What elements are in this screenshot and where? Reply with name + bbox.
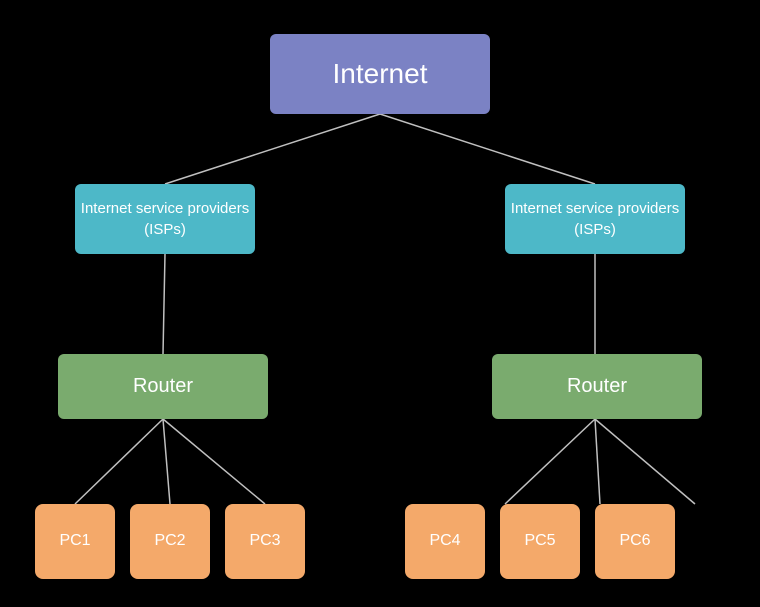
pc3-label: PC3 <box>249 532 280 550</box>
isp-right-label: Internet service providers (ISPs) <box>505 198 685 240</box>
pc2-node: PC2 <box>130 504 210 579</box>
internet-node: Internet <box>270 34 490 114</box>
isp-left-node: Internet service providers (ISPs) <box>75 184 255 254</box>
pc1-label: PC1 <box>59 532 90 550</box>
router-left-label: Router <box>133 375 193 398</box>
pc4-label: PC4 <box>429 532 460 550</box>
router-left-node: Router <box>58 354 268 419</box>
internet-label: Internet <box>333 58 428 90</box>
router-right-label: Router <box>567 375 627 398</box>
network-diagram: Internet Internet service providers (ISP… <box>10 14 750 594</box>
pc6-node: PC6 <box>595 504 675 579</box>
pc4-node: PC4 <box>405 504 485 579</box>
pc6-label: PC6 <box>619 532 650 550</box>
pc3-node: PC3 <box>225 504 305 579</box>
isp-left-label: Internet service providers (ISPs) <box>75 198 255 240</box>
isp-right-node: Internet service providers (ISPs) <box>505 184 685 254</box>
pc2-label: PC2 <box>154 532 185 550</box>
pc1-node: PC1 <box>35 504 115 579</box>
pc5-label: PC5 <box>524 532 555 550</box>
router-right-node: Router <box>492 354 702 419</box>
pc5-node: PC5 <box>500 504 580 579</box>
